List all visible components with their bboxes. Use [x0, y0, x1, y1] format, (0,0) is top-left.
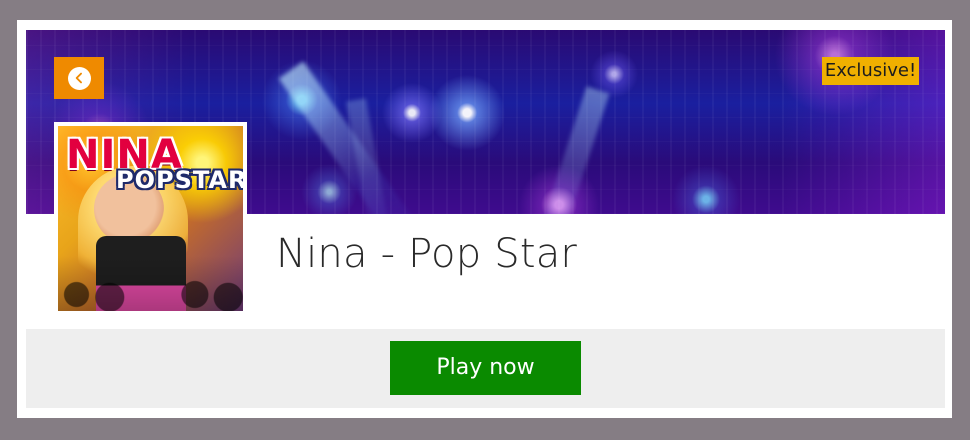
chevron-left-circle-icon	[75, 72, 82, 84]
game-card: Exclusive! NINA POPSTAR Nina - Pop Star …	[17, 20, 952, 418]
action-footer: Play now	[26, 329, 945, 408]
back-icon-container	[67, 66, 91, 90]
thumbnail-subtitle: POPSTAR	[116, 166, 243, 194]
game-title: Nina - Pop Star	[276, 231, 578, 277]
exclusive-badge: Exclusive!	[822, 57, 919, 85]
thumbnail-crowd	[58, 256, 243, 311]
back-button[interactable]	[54, 57, 104, 99]
play-now-button[interactable]: Play now	[390, 341, 581, 395]
game-thumbnail: NINA POPSTAR	[54, 122, 247, 315]
thumbnail-artwork: NINA POPSTAR	[58, 126, 243, 311]
stage-light-beam	[512, 86, 610, 214]
